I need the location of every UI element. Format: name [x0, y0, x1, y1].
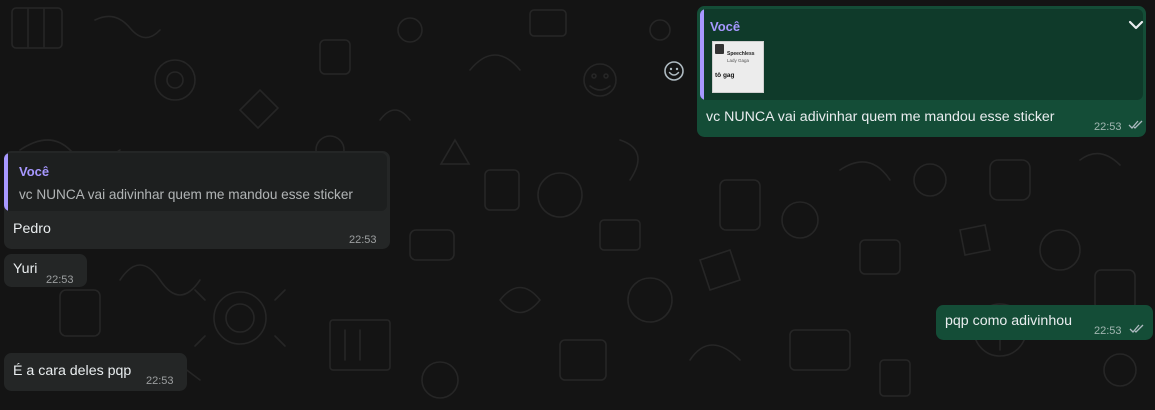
message-text: É a cara deles pqp [13, 363, 132, 379]
sticker-pack-icon [715, 44, 724, 54]
message-time: 22:53 [1094, 121, 1122, 133]
double-check-icon [1128, 120, 1143, 129]
message-bubble-incoming[interactable]: Yuri 22:53 [4, 254, 87, 287]
message-time: 22:53 [46, 274, 74, 286]
message-bubble-outgoing[interactable]: Você Speechless Lady Gaga tô gag vc NUNC… [697, 6, 1146, 137]
message-bubble-incoming[interactable]: É a cara deles pqp 22:53 [4, 353, 187, 391]
message-text: Pedro [13, 221, 51, 237]
message-time: 22:53 [1094, 325, 1122, 337]
sticker-caption: tô gag [715, 72, 735, 79]
quote-accent-bar [700, 9, 704, 100]
message-bubble-outgoing[interactable]: pqp como adivinhou 22:53 [936, 305, 1153, 340]
quote-author: Você [19, 164, 50, 179]
quote-author: Você [710, 19, 741, 34]
message-text: Yuri [13, 261, 38, 277]
double-check-icon [1129, 324, 1144, 333]
message-text: pqp como adivinhou [945, 313, 1072, 329]
chevron-down-icon[interactable] [1128, 18, 1144, 32]
sticker-thumbnail[interactable]: Speechless Lady Gaga tô gag [712, 41, 764, 93]
message-time: 22:53 [146, 375, 174, 387]
quoted-message[interactable]: Você vc NUNCA vai adivinhar quem me mand… [4, 153, 387, 211]
smiley-icon[interactable] [663, 60, 685, 82]
message-text: vc NUNCA vai adivinhar quem me mandou es… [706, 109, 1055, 125]
quote-text: vc NUNCA vai adivinhar quem me mandou es… [19, 187, 353, 202]
message-bubble-incoming[interactable]: Você vc NUNCA vai adivinhar quem me mand… [4, 151, 390, 249]
quoted-message[interactable]: Você Speechless Lady Gaga tô gag [700, 9, 1143, 100]
quote-accent-bar [4, 153, 8, 211]
message-time: 22:53 [349, 234, 377, 246]
